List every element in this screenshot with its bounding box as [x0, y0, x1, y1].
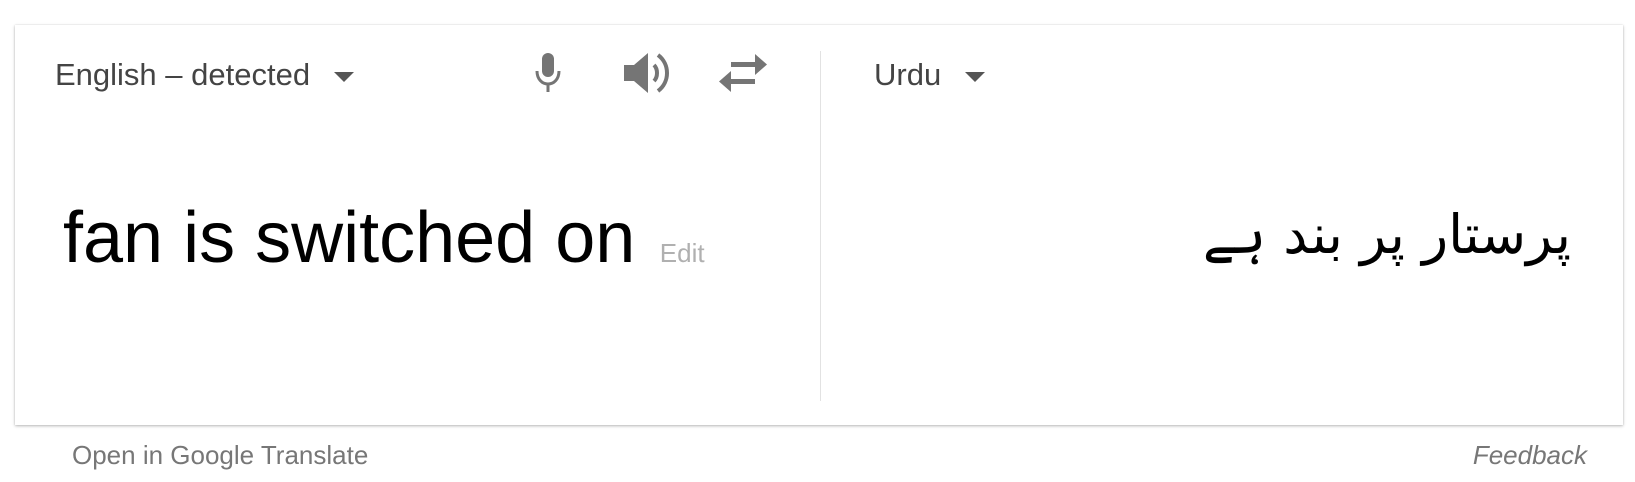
translated-text: پرستار پر بند ہے: [1202, 203, 1571, 266]
source-pane: English – detected fan is switched on Ed…: [15, 25, 820, 425]
swap-languages-icon[interactable]: [715, 51, 771, 95]
open-in-google-translate-link[interactable]: Open in Google Translate: [72, 440, 368, 471]
target-pane: Urdu پرستار پر بند ہے: [821, 25, 1623, 425]
microphone-icon[interactable]: [528, 51, 568, 95]
caret-down-icon: [334, 72, 355, 82]
target-language-label: Urdu: [874, 57, 942, 92]
source-language-label: English – detected: [55, 57, 311, 92]
feedback-link[interactable]: Feedback: [1473, 440, 1587, 471]
edit-link[interactable]: Edit: [660, 238, 705, 268]
translate-card: English – detected fan is switched on Ed…: [15, 25, 1623, 425]
source-text-area[interactable]: fan is switched on Edit: [63, 197, 705, 279]
source-language-select[interactable]: English – detected: [55, 57, 355, 93]
source-text: fan is switched on: [63, 198, 636, 278]
speaker-icon[interactable]: [620, 51, 676, 95]
caret-down-icon: [965, 72, 986, 82]
target-language-select[interactable]: Urdu: [874, 57, 986, 93]
